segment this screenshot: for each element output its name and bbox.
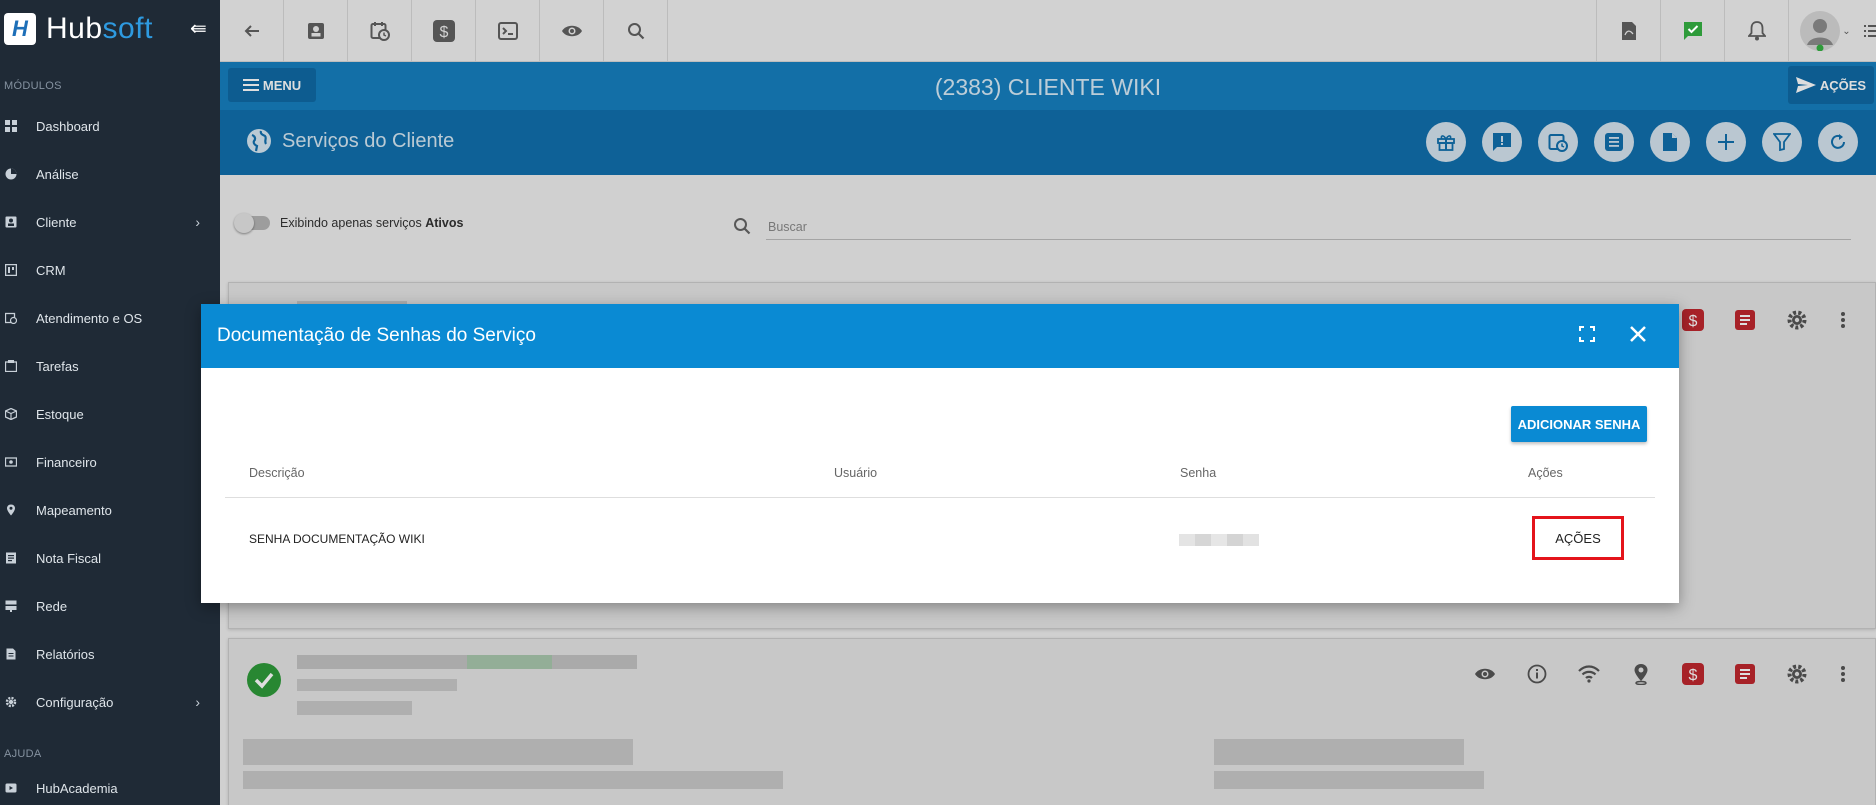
grid-icon	[4, 119, 18, 133]
video-play-icon	[4, 781, 18, 795]
search-icon	[627, 23, 644, 40]
pdf-file-icon	[1621, 22, 1636, 40]
bell-icon	[1747, 21, 1766, 41]
search-button[interactable]	[604, 0, 668, 62]
terminal-button[interactable]	[476, 0, 540, 62]
cell-senha-masked	[1179, 534, 1259, 546]
sidebar-item-tarefas[interactable]: Tarefas	[0, 342, 220, 390]
server-icon	[4, 599, 18, 613]
box-icon	[4, 407, 18, 421]
column-header-senha: Senha	[1180, 466, 1217, 480]
tasks-icon	[4, 359, 18, 373]
section-label-ajuda: AJUDA	[4, 748, 42, 760]
user-menu[interactable]: ⌄	[1788, 0, 1862, 62]
logo[interactable]: H Hubsoft	[0, 0, 220, 58]
collapse-sidebar-icon[interactable]: ⇚	[190, 16, 207, 41]
close-icon[interactable]	[1627, 323, 1649, 345]
cell-descricao: SENHA DOCUMENTAÇÃO WIKI	[249, 532, 425, 546]
table-divider	[225, 497, 1655, 498]
sidebar-item-analise[interactable]: Análise	[0, 150, 220, 198]
receipt-icon	[4, 551, 18, 565]
chevron-right-icon: ›	[195, 694, 200, 710]
add-password-button[interactable]: ADICIONAR SENHA	[1511, 406, 1647, 442]
sidebar-item-label: HubAcademia	[36, 780, 118, 796]
back-button[interactable]	[220, 0, 284, 62]
eye-icon	[561, 25, 582, 37]
logo-text-hub: Hub	[46, 12, 103, 45]
dialog-title: Documentação de Senhas do Serviço	[217, 325, 536, 346]
document-icon	[4, 647, 18, 661]
sidebar-item-configuracao[interactable]: Configuração ›	[0, 678, 220, 726]
messages-button[interactable]	[1660, 0, 1724, 62]
terminal-icon	[497, 22, 518, 40]
client-card-button[interactable]	[284, 0, 348, 62]
sidebar-item-atendimento[interactable]: Atendimento e OS	[0, 294, 220, 342]
calendar-clock-icon	[4, 311, 18, 325]
chat-check-icon	[1683, 22, 1702, 40]
sidebar-item-rede[interactable]: Rede	[0, 582, 220, 630]
top-toolbar: $ ⌄	[220, 0, 1876, 62]
row-acoes-button[interactable]: AÇÕES	[1532, 516, 1624, 560]
sidebar-item-label: Dashboard	[36, 118, 100, 134]
sidebar-item-dashboard[interactable]: Dashboard	[0, 102, 220, 150]
contact-card-icon	[4, 215, 18, 229]
calendar-clock-icon	[370, 22, 390, 41]
dollar-icon: $	[432, 20, 455, 42]
map-pin-icon	[4, 503, 18, 517]
sidebar-item-label: Cliente	[36, 214, 77, 230]
sidebar-item-label: Análise	[36, 166, 79, 182]
sidebar: H Hubsoft ⇚ MÓDULOS Dashboard Análise Cl…	[0, 0, 220, 805]
fullscreen-icon[interactable]	[1579, 326, 1595, 342]
sidebar-item-label: Tarefas	[36, 358, 79, 374]
sidebar-item-label: Atendimento e OS	[36, 310, 143, 326]
pdf-button[interactable]	[1596, 0, 1660, 62]
password-documentation-dialog: Documentação de Senhas do Serviço ADICIO…	[201, 304, 1679, 603]
logo-mark-icon: H	[4, 13, 36, 45]
section-label-modulos: MÓDULOS	[4, 80, 62, 92]
schedule-button[interactable]	[348, 0, 412, 62]
list-menu-button[interactable]	[1862, 0, 1876, 62]
arrow-left-icon	[244, 25, 259, 37]
view-button[interactable]	[540, 0, 604, 62]
sidebar-item-hubacademia[interactable]: HubAcademia	[0, 770, 220, 805]
pie-chart-icon	[4, 167, 18, 181]
column-header-usuario: Usuário	[834, 466, 878, 480]
chevron-down-icon: ⌄	[1842, 25, 1851, 37]
sidebar-item-relatorios[interactable]: Relatórios	[0, 630, 220, 678]
gear-icon	[4, 695, 18, 709]
dialog-header: Documentação de Senhas do Serviço	[201, 304, 1679, 368]
column-header-descricao: Descrição	[249, 466, 305, 480]
sidebar-item-nota-fiscal[interactable]: Nota Fiscal	[0, 534, 220, 582]
sidebar-item-label: Financeiro	[36, 454, 97, 470]
avatar	[1800, 11, 1841, 51]
contact-card-icon	[307, 23, 324, 39]
sidebar-item-cliente[interactable]: Cliente ›	[0, 198, 220, 246]
sidebar-item-label: CRM	[36, 262, 66, 278]
sidebar-item-label: Mapeamento	[36, 502, 112, 518]
sidebar-item-label: Relatórios	[36, 646, 95, 662]
sidebar-item-estoque[interactable]: Estoque	[0, 390, 220, 438]
sidebar-item-crm[interactable]: CRM	[0, 246, 220, 294]
chevron-right-icon: ›	[195, 214, 200, 230]
finance-button[interactable]: $	[412, 0, 476, 62]
sidebar-item-label: Estoque	[36, 406, 84, 422]
svg-text:$: $	[439, 24, 448, 41]
sidebar-item-financeiro[interactable]: Financeiro	[0, 438, 220, 486]
sidebar-item-label: Nota Fiscal	[36, 550, 102, 566]
sidebar-item-label: Rede	[36, 598, 68, 614]
notifications-button[interactable]	[1724, 0, 1788, 62]
sidebar-item-label: Configuração	[36, 694, 114, 710]
list-icon	[1864, 25, 1876, 37]
column-header-acoes: Ações	[1528, 466, 1563, 480]
board-icon	[4, 263, 18, 277]
money-icon	[4, 455, 18, 469]
sidebar-item-mapeamento[interactable]: Mapeamento	[0, 486, 220, 534]
logo-text-soft: soft	[102, 12, 153, 45]
